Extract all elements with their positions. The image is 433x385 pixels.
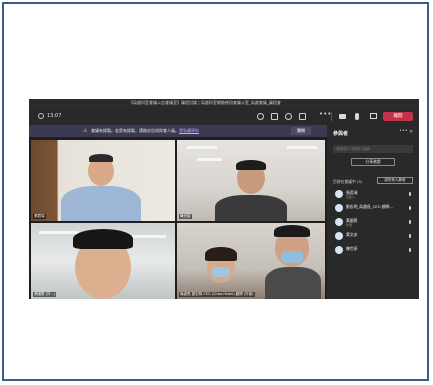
leave-button[interactable]: 離開 [383, 112, 413, 121]
banner-message: 會議有錄製。若是有錄製，請務必告知與會人員。 [91, 128, 179, 133]
more-actions-icon[interactable]: ••• [319, 110, 331, 118]
list-item[interactable]: 黃國賓 外部 [327, 216, 419, 230]
privacy-link[interactable]: 隱私權原則 [179, 128, 199, 133]
recording-icon [38, 113, 44, 119]
tile-name: 陳世豪 [179, 214, 192, 219]
list-item[interactable]: 劉志明_局處長_CEO 顧問… [327, 202, 419, 216]
participant-body [265, 267, 321, 299]
avatar [335, 232, 343, 240]
avatar [335, 204, 343, 212]
microphone-icon [409, 220, 411, 224]
participant-body [61, 186, 141, 221]
microphone-icon [409, 206, 411, 210]
avatar [335, 190, 343, 198]
close-icon[interactable]: ✕ [409, 129, 413, 135]
microphone-off-icon [409, 248, 411, 252]
toolbar-divider [331, 112, 332, 121]
ceiling-light [187, 146, 217, 149]
banner-dismiss-button[interactable]: 關閉 [291, 127, 311, 135]
view-icon[interactable] [299, 113, 306, 120]
participant-hair [236, 160, 266, 170]
window-title-bar: 【局處科室會議公告會議室】議程討論 | 局處科室網路視訊會議公室_局處會議_議程… [29, 99, 419, 108]
participant-hair [274, 225, 310, 237]
teams-meeting-window: 【局處科室會議公告會議室】議程討論 | 局處科室網路視訊會議公室_局處會議_議程… [29, 99, 419, 299]
banner-text: 會議有錄製。若是有錄製，請務必告知與會人員。隱私權原則 [91, 128, 199, 134]
share-screen-icon[interactable] [370, 113, 377, 119]
video-tile[interactable]: 張君瑞 [31, 140, 175, 221]
camera-icon[interactable] [339, 114, 346, 119]
mute-all-button[interactable]: 將所有人靜音 [377, 177, 413, 184]
chat-icon[interactable] [271, 113, 278, 120]
list-item[interactable]: 黃文安 [327, 230, 419, 244]
people-icon[interactable] [257, 113, 264, 120]
in-meeting-section-label[interactable]: 目前在會議中 (5) [333, 179, 362, 185]
panel-title: 參與者 [333, 131, 349, 137]
microphone-icon[interactable] [355, 113, 359, 120]
ceiling-light [39, 231, 79, 234]
participant-name: 黃文安 [346, 232, 358, 237]
panel-more-icon[interactable]: ••• [399, 128, 408, 134]
tile-name: 局處長 劉志明 CEO (Chao-Hsien) 顧問 (外部) [179, 292, 255, 297]
avatar [335, 246, 343, 254]
recording-banner: ⚠ 會議有錄製。若是有錄製，請務必告知與會人員。隱私權原則 關閉 [29, 125, 327, 137]
image-frame: 【局處科室會議公告會議室】議程討論 | 局處科室網路視訊會議公室_局處會議_議程… [2, 2, 429, 381]
meeting-toolbar: 13:07 ••• 離開 [29, 108, 419, 125]
participant-role: 召集人 [346, 195, 356, 199]
warning-icon: ⚠ [83, 128, 88, 134]
participant-name: 劉志明_局處長_CEO 顧問… [346, 204, 394, 209]
participant-hair [89, 154, 113, 162]
tile-name: 黃國賓 (外...) [33, 292, 57, 297]
microphone-icon [409, 234, 411, 238]
video-tile[interactable]: 陳世豪 [177, 140, 325, 221]
ceiling-light [287, 146, 317, 149]
invite-input[interactable] [333, 145, 413, 153]
avatar [335, 218, 343, 226]
face-mask [281, 251, 303, 263]
list-item[interactable]: 張君瑞 召集人 [327, 188, 419, 202]
meeting-timer: 13:07 [47, 113, 62, 119]
tile-name: 張君瑞 [33, 214, 46, 219]
participant-name: 陳世豪 [346, 246, 358, 251]
ceiling-light [197, 158, 222, 161]
participant-body [215, 195, 287, 221]
share-invite-button[interactable]: 分享邀請 [351, 158, 395, 166]
participants-panel: 參與者 ••• ✕ 分享邀請 目前在會議中 (5) 將所有人靜音 張君瑞 召集人… [327, 125, 419, 299]
participant-hair [73, 229, 133, 249]
participant-hair [205, 247, 237, 261]
window-title: 【局處科室會議公告會議室】議程討論 | 局處科室網路視訊會議公室_局處會議_議程… [129, 100, 281, 105]
participant-role: 外部 [346, 223, 353, 227]
participant-list: 張君瑞 召集人 劉志明_局處長_CEO 顧問… 黃國賓 外部 黃文安 陳世豪 [327, 188, 419, 258]
video-tile[interactable]: 局處長 劉志明 CEO (Chao-Hsien) 顧問 (外部) [177, 223, 325, 299]
face-mask [212, 267, 230, 277]
video-tile[interactable]: 黃國賓 (外...) [31, 223, 175, 299]
microphone-icon [409, 192, 411, 196]
reactions-icon[interactable] [285, 113, 292, 120]
list-item[interactable]: 陳世豪 [327, 244, 419, 258]
